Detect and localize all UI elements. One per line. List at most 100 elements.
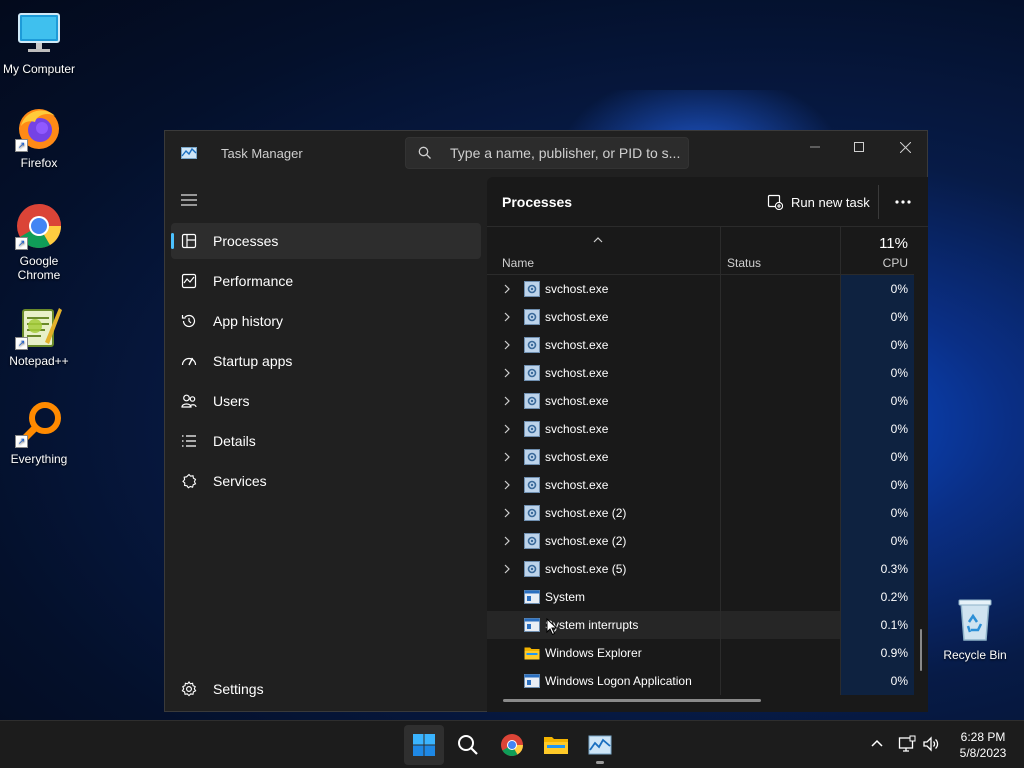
taskbar-task-manager-button[interactable] xyxy=(580,725,620,765)
clock-date: 5/8/2023 xyxy=(959,746,1007,760)
search-box[interactable] xyxy=(405,137,689,169)
process-name-cell: svchost.exe xyxy=(487,443,720,471)
desktop-icon-label: My Computer xyxy=(2,62,76,76)
process-name: svchost.exe (2) xyxy=(545,506,627,520)
services-icon xyxy=(181,473,197,489)
close-button[interactable] xyxy=(882,131,928,163)
show-hidden-icons-chevron-up-icon[interactable] xyxy=(868,735,886,753)
more-options-button[interactable] xyxy=(887,191,919,213)
process-cpu-value: 0% xyxy=(890,310,908,324)
expand-chevron-icon[interactable] xyxy=(503,283,511,295)
process-row[interactable]: System 0.2% xyxy=(487,583,915,611)
process-status xyxy=(720,331,840,359)
file-explorer-icon xyxy=(544,737,568,754)
column-header-status[interactable]: Status xyxy=(720,227,840,275)
process-status xyxy=(720,639,840,667)
column-header-cpu[interactable]: 11% CPU xyxy=(840,227,914,275)
process-row[interactable]: svchost.exe 0% xyxy=(487,359,915,387)
sidebar-item-performance[interactable]: Performance xyxy=(171,263,481,299)
title-bar[interactable]: Task Manager xyxy=(165,131,927,177)
process-row[interactable]: Windows Explorer 0.9% xyxy=(487,639,915,667)
expand-chevron-icon[interactable] xyxy=(503,507,511,519)
service-host-icon xyxy=(524,393,540,409)
process-name-cell: Windows Explorer xyxy=(487,639,720,667)
process-row[interactable]: svchost.exe 0% xyxy=(487,331,915,359)
process-cpu-value: 0.2% xyxy=(880,590,908,604)
process-status xyxy=(720,415,840,443)
process-cpu-cell: 0% xyxy=(840,331,914,359)
search-input[interactable] xyxy=(450,138,684,168)
expand-chevron-icon[interactable] xyxy=(503,311,511,323)
process-row[interactable]: svchost.exe 0% xyxy=(487,387,915,415)
sidebar-item-details[interactable]: Details xyxy=(171,423,481,459)
expand-chevron-icon[interactable] xyxy=(503,479,511,491)
performance-icon xyxy=(181,273,197,289)
monitor-icon xyxy=(15,10,63,58)
details-icon xyxy=(181,433,197,449)
sidebar-item-processes[interactable]: Processes xyxy=(171,223,481,259)
sidebar-item-users[interactable]: Users xyxy=(171,383,481,419)
sidebar-item-label: App history xyxy=(213,313,284,329)
process-name: svchost.exe (2) xyxy=(545,534,627,548)
desktop-icon-notepadpp[interactable]: ↗ Notepad++ xyxy=(0,302,78,368)
process-cpu-value: 0.1% xyxy=(880,618,908,632)
sidebar-item-services[interactable]: Services xyxy=(171,463,481,499)
process-row[interactable]: svchost.exe (2) 0% xyxy=(487,527,915,555)
process-row[interactable]: Windows Logon Application 0% xyxy=(487,667,915,695)
start-button[interactable] xyxy=(404,725,444,765)
process-row[interactable]: svchost.exe (5) 0.3% xyxy=(487,555,915,583)
process-cpu-cell: 0% xyxy=(840,667,914,695)
column-header-name[interactable]: Name xyxy=(487,227,720,275)
shortcut-arrow-icon: ↗ xyxy=(15,139,28,152)
sidebar-item-app-history[interactable]: App history xyxy=(171,303,481,339)
column-label: Name xyxy=(502,256,535,270)
process-cpu-value: 0.9% xyxy=(880,646,908,660)
desktop-icon-chrome[interactable]: ↗ Google Chrome xyxy=(0,202,78,282)
desktop-icon-firefox[interactable]: ↗ Firefox xyxy=(0,104,78,170)
taskbar-file-explorer-button[interactable] xyxy=(536,725,576,765)
network-icon[interactable] xyxy=(898,735,916,753)
process-cpu-cell: 0% xyxy=(840,527,914,555)
process-row[interactable]: svchost.exe 0% xyxy=(487,275,915,303)
sidebar-item-startup-apps[interactable]: Startup apps xyxy=(171,343,481,379)
desktop-icon-my-computer[interactable]: My Computer xyxy=(0,10,78,76)
minimize-button[interactable] xyxy=(792,131,838,163)
process-row[interactable]: svchost.exe 0% xyxy=(487,415,915,443)
task-manager-icon xyxy=(588,735,612,755)
taskbar-clock[interactable]: 6:28 PM 5/8/2023 xyxy=(948,729,1018,761)
desktop-icon-recycle-bin[interactable]: Recycle Bin xyxy=(936,596,1014,662)
run-new-task-button[interactable]: Run new task xyxy=(767,189,870,215)
maximize-button[interactable] xyxy=(836,131,882,163)
vertical-scrollbar[interactable] xyxy=(920,629,922,671)
run-new-task-label: Run new task xyxy=(791,194,870,210)
process-cpu-value: 0% xyxy=(890,282,908,296)
process-row[interactable]: svchost.exe 0% xyxy=(487,443,915,471)
taskbar-search-button[interactable] xyxy=(448,725,488,765)
hamburger-menu-icon[interactable] xyxy=(181,193,197,207)
process-cpu-cell: 0% xyxy=(840,303,914,331)
process-cpu-cell: 0% xyxy=(840,499,914,527)
process-status xyxy=(720,667,840,695)
process-row[interactable]: svchost.exe (2) 0% xyxy=(487,499,915,527)
process-status xyxy=(720,275,840,303)
expand-chevron-icon[interactable] xyxy=(503,451,511,463)
expand-chevron-icon[interactable] xyxy=(503,339,511,351)
process-status xyxy=(720,527,840,555)
desktop-icon-label: Recycle Bin xyxy=(943,648,1007,662)
process-status xyxy=(720,499,840,527)
process-cpu-value: 0.3% xyxy=(880,562,908,576)
expand-chevron-icon[interactable] xyxy=(503,367,511,379)
taskbar-chrome-button[interactable] xyxy=(492,725,532,765)
expand-chevron-icon[interactable] xyxy=(503,535,511,547)
volume-icon[interactable] xyxy=(922,735,940,753)
desktop-icon-everything[interactable]: ↗ Everything xyxy=(0,400,78,466)
sidebar-item-settings[interactable]: Settings xyxy=(171,671,481,707)
expand-chevron-icon[interactable] xyxy=(503,395,511,407)
window-icon xyxy=(524,589,540,605)
horizontal-scrollbar[interactable] xyxy=(503,699,761,702)
process-row[interactable]: svchost.exe 0% xyxy=(487,471,915,499)
process-name-cell: svchost.exe (5) xyxy=(487,555,720,583)
expand-chevron-icon[interactable] xyxy=(503,563,511,575)
expand-chevron-icon[interactable] xyxy=(503,423,511,435)
process-row[interactable]: svchost.exe 0% xyxy=(487,303,915,331)
